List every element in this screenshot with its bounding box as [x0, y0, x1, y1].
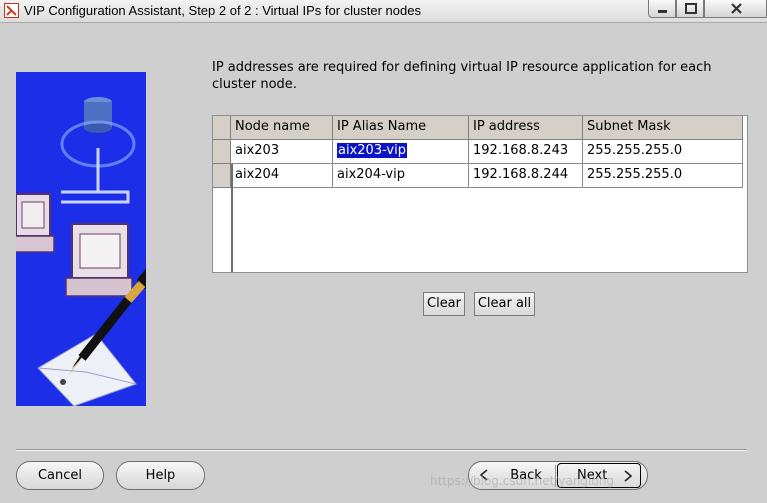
watermark-text: https://blog.csdn.net/yanglong — [430, 474, 614, 488]
cell-ip-alias-selected[interactable]: aix203-vip — [333, 140, 469, 164]
cell-node-name[interactable]: aix203 — [231, 140, 333, 164]
window-title: VIP Configuration Assistant, Step 2 of 2… — [24, 3, 421, 18]
clear-button[interactable]: Clear — [423, 292, 465, 316]
maximize-icon — [685, 3, 697, 14]
cell-ip-address[interactable]: 192.168.8.244 — [469, 164, 583, 188]
table-corner-header — [213, 116, 231, 140]
cell-subnet-mask[interactable]: 255.255.255.0 — [583, 164, 743, 188]
column-header-subnet-mask[interactable]: Subnet Mask — [583, 116, 743, 140]
clear-all-button[interactable]: Clear all — [474, 292, 535, 316]
intro-text: IP addresses are required for defining v… — [212, 60, 712, 92]
help-button[interactable]: Help — [116, 461, 205, 490]
vip-table[interactable]: Node name IP Alias Name IP address Subne… — [212, 115, 748, 273]
cell-ip-alias[interactable]: aix204-vip — [333, 164, 469, 188]
close-button[interactable] — [704, 0, 767, 18]
title-bar: VIP Configuration Assistant, Step 2 of 2… — [0, 0, 767, 23]
cell-ip-address[interactable]: 192.168.8.243 — [469, 140, 583, 164]
maximize-button[interactable] — [676, 0, 704, 18]
chevron-right-icon — [624, 470, 633, 482]
selected-text[interactable]: aix203-vip — [337, 143, 407, 158]
table-left-edge — [231, 164, 233, 272]
cancel-button[interactable]: Cancel — [16, 461, 104, 490]
cell-subnet-mask[interactable]: 255.255.255.0 — [583, 140, 743, 164]
footer-separator — [16, 449, 747, 451]
column-header-ip-address[interactable]: IP address — [469, 116, 583, 140]
app-icon — [4, 3, 19, 18]
minimize-icon — [658, 10, 667, 13]
column-header-ip-alias[interactable]: IP Alias Name — [333, 116, 469, 140]
close-icon — [731, 3, 742, 14]
cell-node-name[interactable]: aix204 — [231, 164, 333, 188]
minimize-button[interactable] — [648, 0, 676, 18]
row-header[interactable] — [213, 140, 231, 164]
row-header[interactable] — [213, 164, 231, 188]
wizard-illustration — [16, 72, 146, 406]
column-header-node-name[interactable]: Node name — [231, 116, 333, 140]
